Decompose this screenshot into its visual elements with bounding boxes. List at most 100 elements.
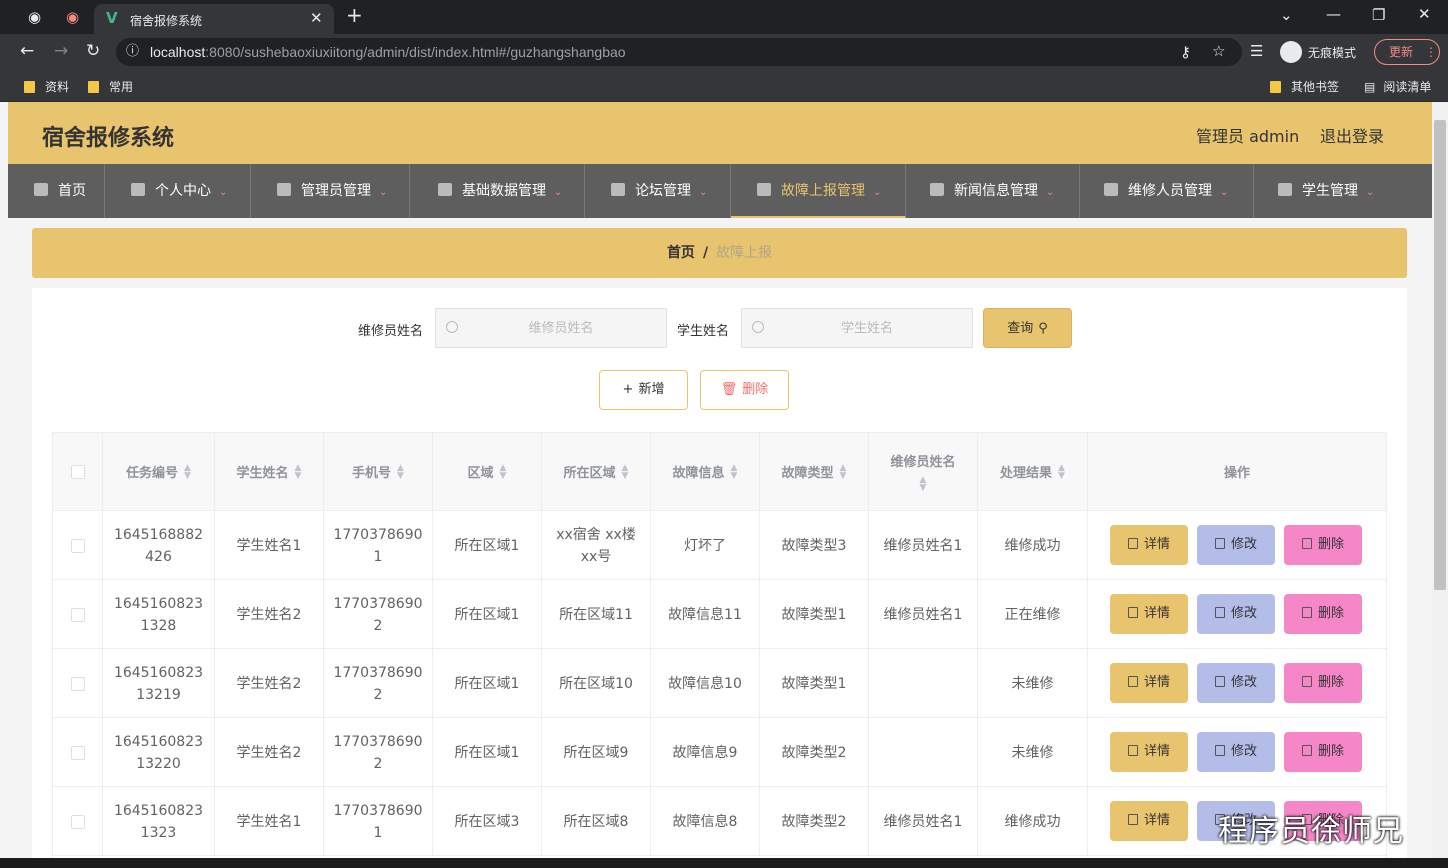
detail-button-label: 详情 bbox=[1143, 813, 1170, 828]
edit-button[interactable]: 修改 bbox=[1197, 663, 1275, 703]
tab-search-icon[interactable]: ⌄ bbox=[1280, 7, 1293, 23]
minimize-icon[interactable]: — bbox=[1326, 6, 1341, 22]
sort-caret-icon[interactable]: ▲ ▼ bbox=[397, 463, 404, 480]
sort-caret-icon[interactable]: ▲ ▼ bbox=[184, 463, 191, 480]
detail-button[interactable]: 详情 bbox=[1110, 594, 1188, 634]
back-icon[interactable]: ← bbox=[20, 43, 34, 60]
edit-button-label: 修改 bbox=[1230, 675, 1257, 690]
column-header[interactable]: 所在区域 ▲ ▼ bbox=[542, 433, 651, 511]
row-checkbox[interactable] bbox=[70, 814, 85, 829]
nav-item-personal[interactable]: 个人中心 ⌄ bbox=[105, 164, 251, 218]
student-name-input[interactable] bbox=[772, 309, 962, 347]
batch-delete-button[interactable]: 🗑 删除 bbox=[700, 370, 789, 410]
nav-item-basedata[interactable]: 基础数据管理 ⌄ bbox=[410, 164, 585, 218]
table-cell-text: 故障类型2 bbox=[781, 744, 847, 761]
select-all-checkbox[interactable] bbox=[70, 464, 85, 479]
delete-button[interactable]: 删除 bbox=[1284, 594, 1362, 634]
window-close-icon[interactable]: ✕ bbox=[1418, 6, 1431, 22]
row-checkbox[interactable] bbox=[70, 676, 85, 691]
nav-item-admin[interactable]: 管理员管理 ⌄ bbox=[251, 164, 410, 218]
delete-button-label: 删除 bbox=[1317, 744, 1344, 759]
column-header[interactable]: 故障信息 ▲ ▼ bbox=[651, 433, 760, 511]
incognito-indicator[interactable]: 无痕模式 bbox=[1280, 41, 1356, 63]
tab-favicon-icon[interactable]: ◉ bbox=[66, 9, 79, 25]
bookmark-folder[interactable]: 常用 bbox=[88, 78, 133, 95]
browser-tab-active[interactable]: V 宿舍报修系统 ✕ bbox=[94, 4, 334, 34]
globe-icon[interactable]: ◉ bbox=[28, 9, 41, 25]
logout-link[interactable]: 退出登录 bbox=[1320, 123, 1384, 147]
table-cell: 学生姓名2 bbox=[215, 580, 324, 649]
detail-button[interactable]: 详情 bbox=[1110, 663, 1188, 703]
detail-button[interactable]: 详情 bbox=[1110, 525, 1188, 565]
row-checkbox[interactable] bbox=[70, 745, 85, 760]
edit-button[interactable]: 修改 bbox=[1197, 525, 1275, 565]
column-header[interactable]: 学生姓名 ▲ ▼ bbox=[215, 433, 324, 511]
table-cell-text: 灯坏了 bbox=[684, 537, 726, 554]
info-icon[interactable]: ⓘ bbox=[126, 44, 139, 60]
repair-name-input[interactable] bbox=[466, 309, 656, 347]
bookmark-folder[interactable]: 资料 bbox=[24, 78, 69, 95]
table-cell-text: 学生姓名2 bbox=[236, 744, 302, 761]
breadcrumb-home[interactable]: 首页 bbox=[667, 245, 695, 261]
column-header[interactable]: 故障类型 ▲ ▼ bbox=[760, 433, 869, 511]
query-button[interactable]: 查询 ⚲ bbox=[983, 308, 1072, 348]
row-checkbox[interactable] bbox=[70, 538, 85, 553]
detail-button[interactable]: 详情 bbox=[1110, 801, 1188, 841]
column-header[interactable]: 任务编号 ▲ ▼ bbox=[103, 433, 215, 511]
row-checkbox[interactable] bbox=[70, 607, 85, 622]
maximize-icon[interactable]: ❐ bbox=[1372, 7, 1385, 23]
sort-caret-icon[interactable]: ▲ ▼ bbox=[731, 463, 738, 480]
nav-item-fault-report[interactable]: 故障上报管理 ⌄ bbox=[731, 164, 906, 218]
table-cell-text: 维修成功 bbox=[1004, 537, 1061, 554]
address-bar[interactable]: ⓘ localhost:8080/sushebaoxiuxiitong/admi… bbox=[116, 38, 1242, 66]
sort-caret-icon[interactable]: ▲ ▼ bbox=[920, 476, 927, 493]
nav-item-forum[interactable]: 论坛管理 ⌄ bbox=[585, 164, 731, 218]
tab-title: 宿舍报修系统 bbox=[130, 14, 203, 28]
reading-list[interactable]: ▤ 阅读清单 bbox=[1364, 78, 1431, 95]
key-icon[interactable]: ⚷ bbox=[1180, 44, 1191, 60]
other-bookmarks[interactable]: 其他书签 bbox=[1270, 78, 1339, 95]
nav-item-news[interactable]: 新闻信息管理 ⌄ bbox=[906, 164, 1080, 218]
edit-button[interactable]: 修改 bbox=[1197, 594, 1275, 634]
sort-caret-icon[interactable]: ▲ ▼ bbox=[622, 463, 629, 480]
trash-icon: 🗑 bbox=[720, 382, 738, 397]
column-header-label: 任务编号 bbox=[126, 466, 179, 481]
sort-caret-icon[interactable]: ▲ ▼ bbox=[1058, 463, 1065, 480]
update-button[interactable]: 更新 ⋮ bbox=[1374, 39, 1440, 65]
star-icon[interactable]: ☆ bbox=[1212, 43, 1225, 59]
table-cell-text: 16451608231323 bbox=[113, 802, 204, 841]
nav-item-student[interactable]: 学生管理 ⌄ bbox=[1254, 164, 1432, 218]
column-header[interactable]: 处理结果 ▲ ▼ bbox=[978, 433, 1088, 511]
sort-caret-icon[interactable]: ▲ ▼ bbox=[840, 463, 847, 480]
column-header[interactable]: 区域 ▲ ▼ bbox=[433, 433, 542, 511]
nav-item-repairman[interactable]: 维修人员管理 ⌄ bbox=[1080, 164, 1254, 218]
table-row: 16451608231323 学生姓名1 17703786901 所在区域3 所在区域8… bbox=[53, 787, 1386, 856]
table-cell-text: 所在区域1 bbox=[454, 606, 520, 623]
column-header[interactable]: 维修员姓名 ▲ ▼ bbox=[869, 433, 978, 511]
scrollbar-thumb[interactable] bbox=[1434, 120, 1446, 590]
vue-logo-icon: V bbox=[106, 9, 118, 27]
edit-button-label: 修改 bbox=[1230, 537, 1257, 552]
table-cell-text: 17703786902 bbox=[333, 595, 423, 634]
media-icon[interactable]: ☰ bbox=[1250, 43, 1263, 59]
detail-button[interactable]: 详情 bbox=[1110, 732, 1188, 772]
browser-toolbar: ← → ↻ ⓘ localhost:8080/sushebaoxiuxiiton… bbox=[0, 34, 1448, 70]
forward-icon[interactable]: → bbox=[54, 43, 68, 60]
new-tab-icon[interactable]: + bbox=[346, 5, 363, 25]
reload-icon[interactable]: ↻ bbox=[86, 43, 100, 60]
add-button[interactable]: + 新增 bbox=[599, 370, 688, 410]
nav-item-home[interactable]: 首页 bbox=[8, 164, 105, 218]
close-icon[interactable]: ✕ bbox=[310, 10, 323, 26]
user-label: 管理员 admin bbox=[1196, 127, 1300, 146]
delete-button[interactable]: 删除 bbox=[1284, 525, 1362, 565]
sort-caret-icon[interactable]: ▲ ▼ bbox=[500, 463, 507, 480]
delete-button[interactable]: 删除 bbox=[1284, 732, 1362, 772]
delete-button[interactable]: 删除 bbox=[1284, 663, 1362, 703]
table-cell-text: 16451608231328 bbox=[113, 595, 204, 634]
table-cell bbox=[869, 649, 978, 718]
sort-caret-icon[interactable]: ▲ ▼ bbox=[295, 463, 302, 480]
clipboard-icon bbox=[611, 183, 625, 196]
edit-button[interactable]: 修改 bbox=[1197, 732, 1275, 772]
table-cell-text: 维修成功 bbox=[1004, 813, 1061, 830]
column-header[interactable]: 手机号 ▲ ▼ bbox=[324, 433, 433, 511]
